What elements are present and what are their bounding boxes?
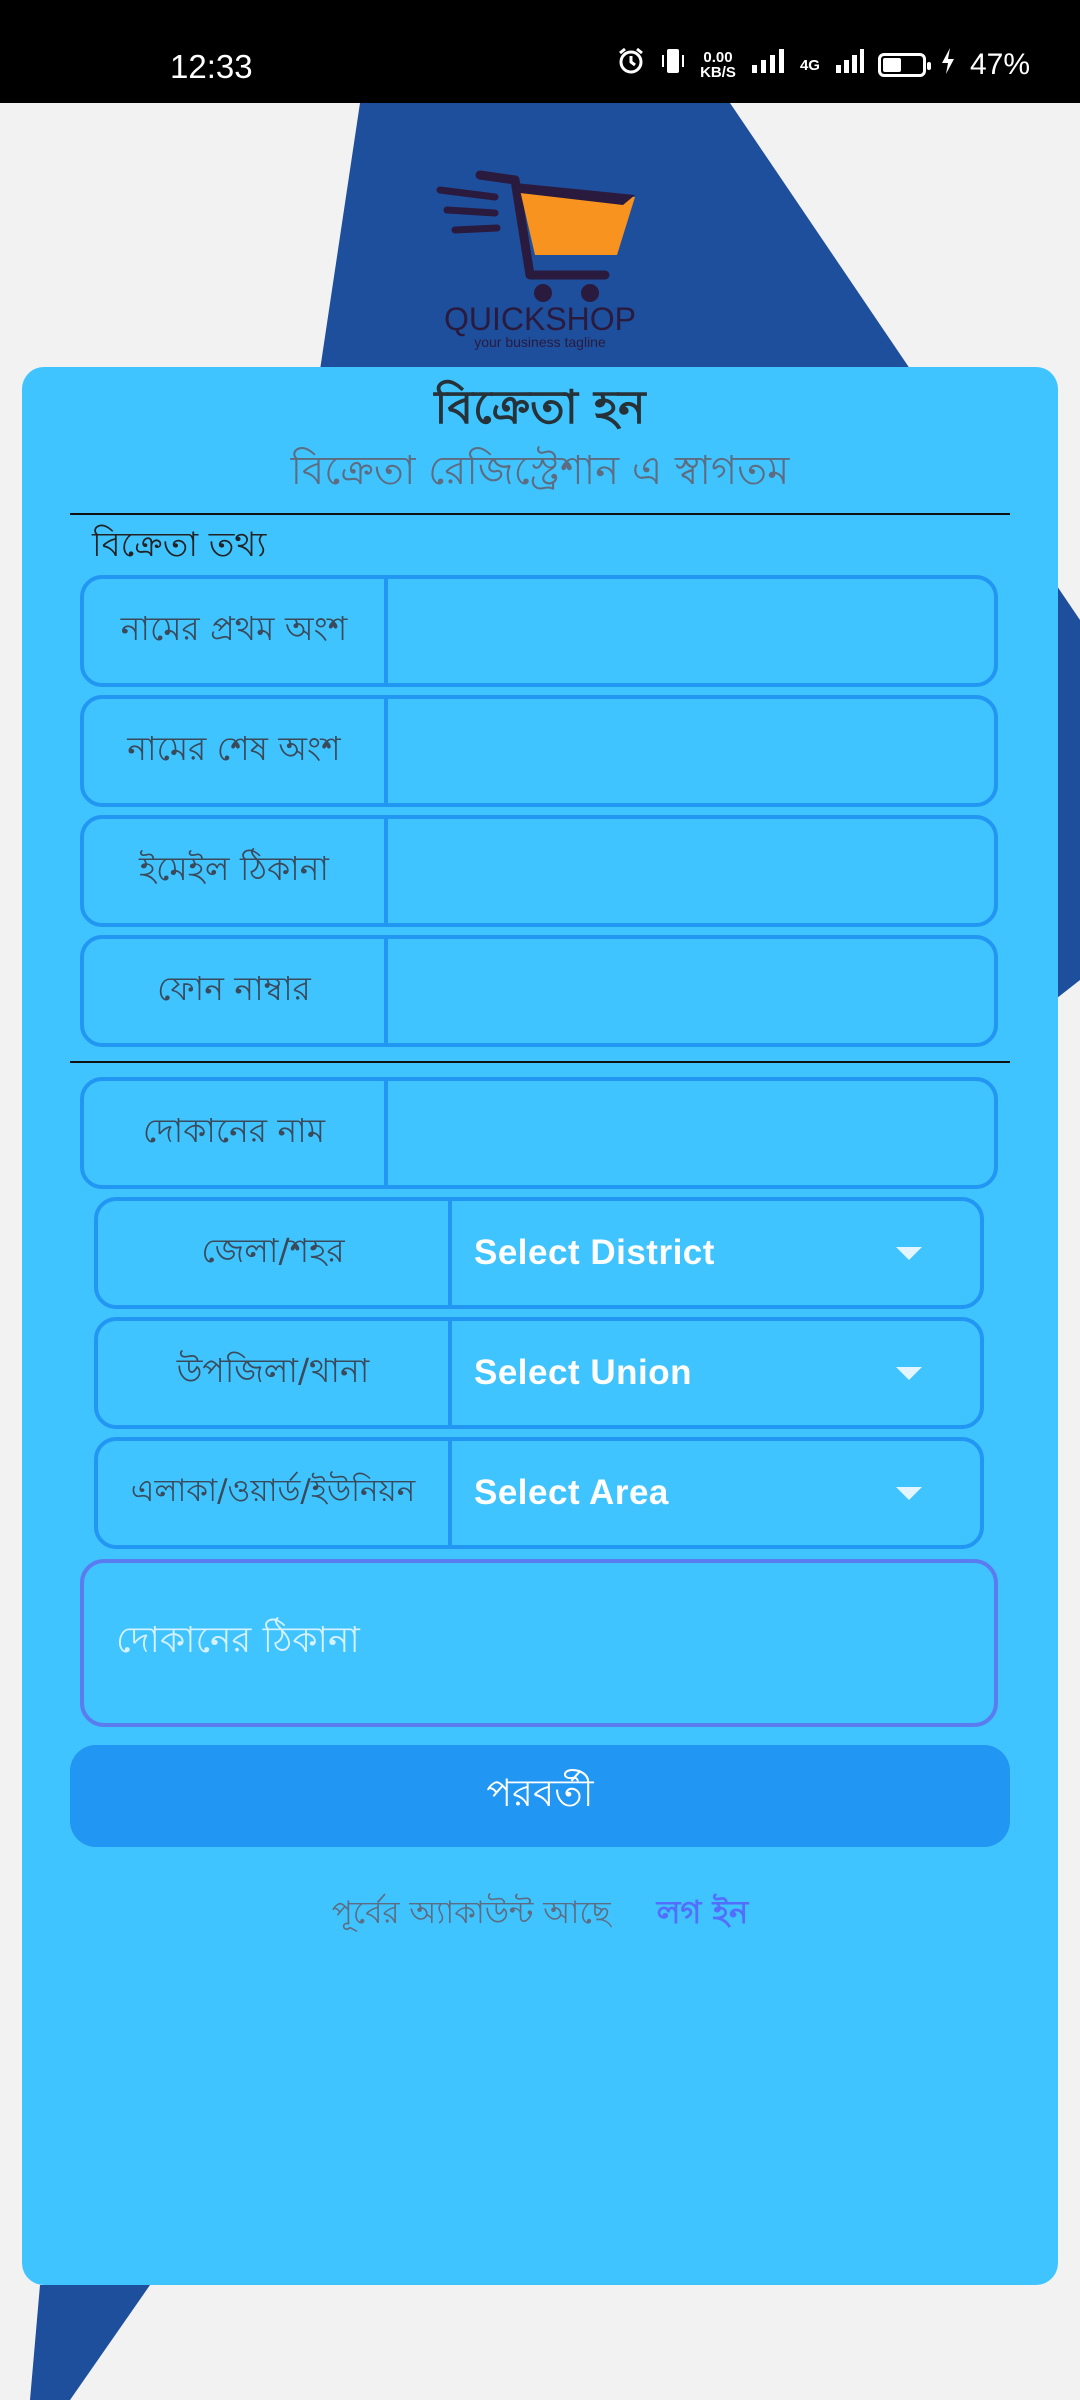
- union-select[interactable]: Select Union: [452, 1321, 980, 1425]
- alarm-icon: [616, 46, 646, 84]
- status-bar: 12:33 0.00 KB/S 4G 47%: [0, 0, 1080, 103]
- email-row: ইমেইল ঠিকানা: [80, 815, 998, 927]
- district-row: জেলা/শহর Select District: [94, 1197, 984, 1309]
- page-title: বিক্রেতা হন: [434, 380, 646, 434]
- email-input[interactable]: [410, 851, 994, 891]
- area-select[interactable]: Select Area: [452, 1441, 980, 1545]
- first-name-input[interactable]: [410, 611, 994, 651]
- page-subtitle: বিক্রেতা রেজিস্ট্রেশান এ স্বাগতম: [290, 448, 790, 494]
- area-dropdown-icon: [896, 1487, 922, 1500]
- email-label: ইমেইল ঠিকানা: [84, 819, 388, 923]
- login-prompt: পূর্বের অ্যাকাউন্ট আছে লগ ইন: [22, 1887, 1058, 1941]
- last-name-input[interactable]: [410, 731, 994, 771]
- area-row: এলাকা/ওয়ার্ড/ইউনিয়ন Select Area: [94, 1437, 984, 1549]
- logo-brand: QUICKSHOP: [443, 301, 637, 337]
- status-time: 12:33: [170, 48, 253, 85]
- have-account-text: পূর্বের অ্যাকাউন্ট আছে: [331, 1895, 611, 1931]
- area-label: এলাকা/ওয়ার্ড/ইউনিয়ন: [98, 1441, 452, 1545]
- next-button-label: পরবর্তী: [486, 1771, 594, 1815]
- district-select-value: Select District: [474, 1233, 715, 1272]
- signal-icon-2: [834, 47, 864, 83]
- status-icons: 0.00 KB/S 4G 47%: [616, 46, 1030, 84]
- network-type: 4G: [799, 56, 820, 74]
- divider-top: [70, 513, 1010, 515]
- battery-percent: 47%: [969, 48, 1030, 81]
- shop-address-field[interactable]: দোকানের ঠিকানা: [80, 1559, 998, 1727]
- section-label: বিক্রেতা তথ্য: [92, 525, 267, 565]
- union-label: উপজিলা/থানা: [98, 1321, 452, 1425]
- first-name-field[interactable]: [388, 579, 994, 683]
- phone-row: ফোন নাম্বার: [80, 935, 998, 1047]
- district-dropdown-icon: [896, 1247, 922, 1260]
- next-button[interactable]: পরবর্তী: [70, 1745, 1010, 1847]
- first-name-label: নামের প্রথম অংশ: [84, 579, 388, 683]
- shop-name-row: দোকানের নাম: [80, 1077, 998, 1189]
- logo-tagline: your business tagline: [474, 334, 606, 350]
- shop-address-placeholder: দোকানের ঠিকানা: [116, 1620, 360, 1661]
- last-name-row: নামের শেষ অংশ: [80, 695, 998, 807]
- phone-label: ফোন নাম্বার: [84, 939, 388, 1043]
- shopping-cart-icon: [436, 170, 635, 302]
- union-select-value: Select Union: [474, 1353, 692, 1392]
- signal-icon: [750, 47, 786, 83]
- last-name-label: নামের শেষ অংশ: [84, 699, 388, 803]
- union-row: উপজিলা/থানা Select Union: [94, 1317, 984, 1429]
- email-field[interactable]: [388, 819, 994, 923]
- login-link[interactable]: লগ ইন: [657, 1893, 749, 1931]
- battery-icon: [877, 53, 931, 77]
- registration-card: বিক্রেতা হন বিক্রেতা রেজিস্ট্রেশান এ স্ব…: [22, 367, 1058, 2285]
- union-dropdown-icon: [896, 1367, 922, 1380]
- shop-name-input[interactable]: [410, 1113, 994, 1153]
- district-label: জেলা/শহর: [98, 1201, 452, 1305]
- net-speed: 0.00 KB/S: [700, 50, 736, 80]
- quickshop-logo: QUICKSHOP your business tagline: [430, 155, 650, 355]
- net-speed-unit: KB/S: [700, 64, 736, 81]
- shop-name-label: দোকানের নাম: [84, 1081, 388, 1185]
- net-speed-value: 0.00: [703, 49, 733, 66]
- first-name-row: নামের প্রথম অংশ: [80, 575, 998, 687]
- district-select[interactable]: Select District: [452, 1201, 980, 1305]
- phone-field[interactable]: [388, 939, 994, 1043]
- divider-middle: [70, 1061, 1010, 1063]
- last-name-field[interactable]: [388, 699, 994, 803]
- area-select-value: Select Area: [474, 1473, 669, 1512]
- phone-input[interactable]: [410, 971, 994, 1011]
- vibrate-icon: [660, 46, 686, 84]
- charging-icon: [940, 47, 956, 83]
- shop-name-field[interactable]: [388, 1081, 994, 1185]
